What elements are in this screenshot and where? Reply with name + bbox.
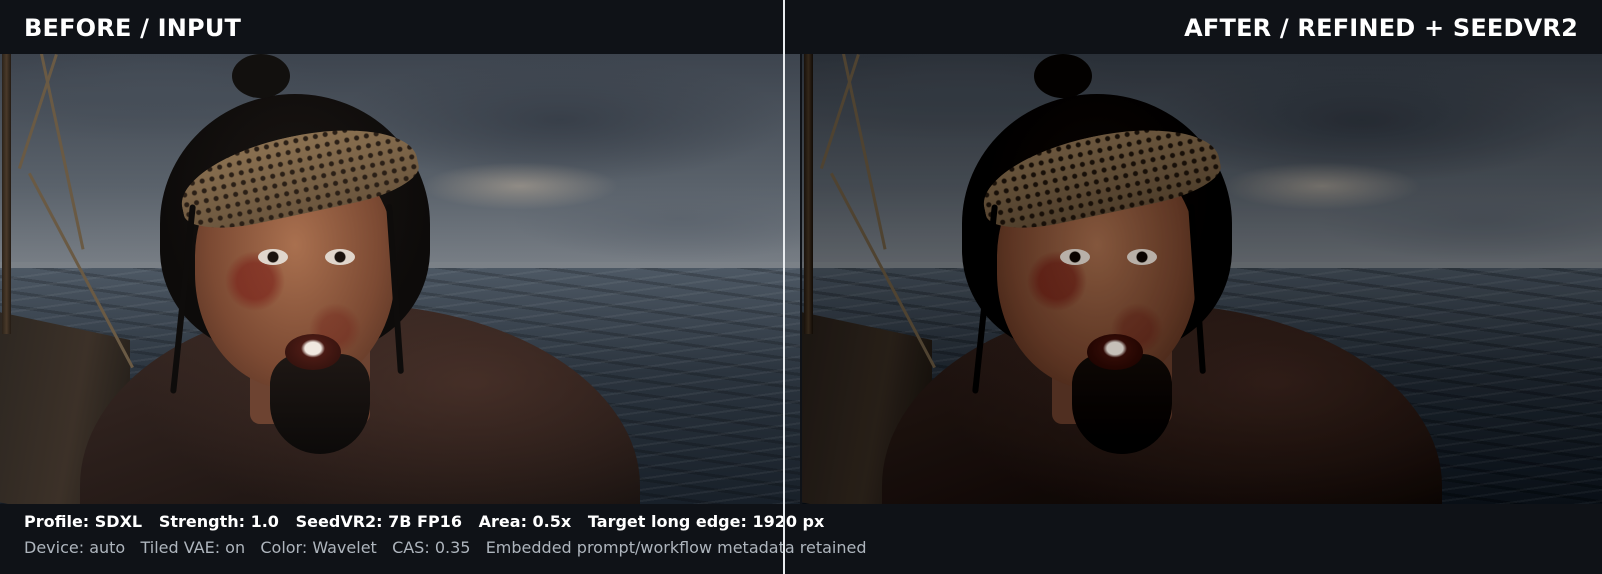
- settings-details: Device: auto Tiled VAE: on Color: Wavele…: [24, 538, 867, 557]
- after-image: [802, 54, 1602, 504]
- before-image-panel: [0, 54, 800, 504]
- comparison-divider[interactable]: [783, 0, 785, 574]
- before-label: BEFORE / INPUT: [24, 14, 242, 42]
- after-label: AFTER / REFINED + SEEDVR2: [1184, 14, 1578, 42]
- after-header: AFTER / REFINED + SEEDVR2: [802, 0, 1602, 54]
- settings-summary: Profile: SDXL Strength: 1.0 SeedVR2: 7B …: [24, 512, 825, 531]
- before-image: [0, 54, 800, 504]
- before-header: BEFORE / INPUT: [0, 0, 800, 54]
- settings-footer: Profile: SDXL Strength: 1.0 SeedVR2: 7B …: [0, 504, 1602, 574]
- after-image-panel: [802, 54, 1602, 504]
